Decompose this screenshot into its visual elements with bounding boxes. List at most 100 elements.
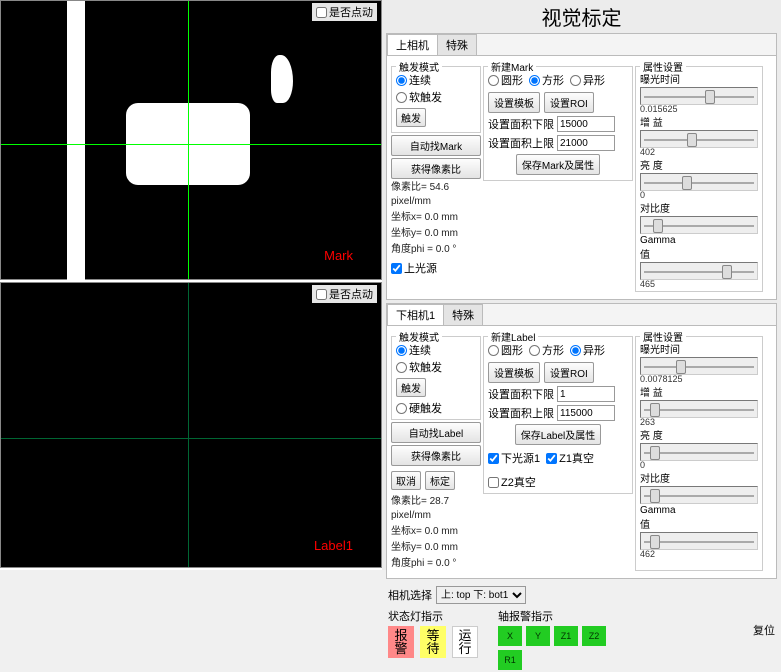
crosshair-h: [1, 144, 381, 145]
pixel-ratio: 像素比= 54.6 pixel/mm: [391, 181, 481, 209]
status-alarm: 报 警: [388, 626, 414, 658]
get-pixel-ratio-button[interactable]: 获得像素比: [391, 158, 481, 179]
axis-title: 轴报警指示: [498, 608, 618, 624]
axis-led-z2: Z2: [582, 626, 606, 646]
reset-label[interactable]: 复位: [753, 608, 775, 638]
axis-led-z1: Z1: [554, 626, 578, 646]
tab-bot-camera[interactable]: 下相机1: [387, 304, 444, 325]
radio-soft-trigger[interactable]: 软触发: [396, 359, 476, 375]
set-roi-button[interactable]: 设置ROI: [544, 92, 594, 113]
gamma-value: 462: [640, 549, 758, 559]
camera-view-bottom[interactable]: 是否点动 Label1: [0, 282, 382, 568]
z1-vacuum-check[interactable]: Z1真空: [546, 450, 594, 466]
coord-y: 坐标y= 0.0 mm: [391, 541, 481, 555]
gamma-slider[interactable]: [640, 262, 758, 280]
jog-toggle-top[interactable]: 是否点动: [312, 3, 377, 21]
bright-label: 亮 度: [640, 427, 680, 442]
area-max-input[interactable]: [557, 135, 615, 151]
trigger-button[interactable]: 触发: [396, 378, 426, 397]
contrast-slider[interactable]: [640, 216, 758, 234]
tabset-top: 上相机 特殊 触发模式 连续 软触发 触发 自动找Mark 获得像素比 像素比=…: [386, 33, 777, 300]
radio-hard-trigger[interactable]: 硬触发: [396, 400, 476, 416]
pixel-ratio: 像素比= 28.7 pixel/mm: [391, 495, 481, 523]
status-run: 运 行: [452, 626, 478, 658]
z2-vacuum-check[interactable]: Z2真空: [488, 474, 536, 490]
camera-select[interactable]: 上: top 下: bot1: [436, 586, 526, 604]
radio-square[interactable]: 方形: [529, 72, 564, 88]
radio-square[interactable]: 方形: [529, 342, 564, 358]
bright-slider[interactable]: [640, 443, 758, 461]
axis-led-r1: R1: [498, 650, 522, 670]
radio-odd[interactable]: 异形: [570, 342, 605, 358]
tab-top-special[interactable]: 特殊: [437, 34, 477, 55]
set-roi-button[interactable]: 设置ROI: [544, 362, 594, 383]
cam-label-bot: Label1: [314, 538, 353, 553]
jog-label: 是否点动: [329, 4, 373, 20]
save-mark-button[interactable]: 保存Mark及属性: [516, 154, 600, 175]
crosshair-h: [1, 438, 381, 439]
area-min-label: 设置面积下限: [488, 386, 554, 402]
jog-toggle-bot[interactable]: 是否点动: [312, 285, 377, 303]
gamma-value: 465: [640, 279, 758, 289]
auto-find-label-button[interactable]: 自动找Label: [391, 422, 481, 443]
jog-checkbox[interactable]: [316, 7, 327, 18]
blob: [271, 55, 293, 103]
group-attrs: 属性设置: [640, 329, 686, 344]
gain-slider[interactable]: [640, 130, 758, 148]
gain-label: 增 益: [640, 114, 680, 129]
trigger-button[interactable]: 触发: [396, 108, 426, 127]
group-attrs: 属性设置: [640, 59, 686, 74]
area-max-input[interactable]: [557, 405, 615, 421]
gamma-slider[interactable]: [640, 532, 758, 550]
exposure-slider[interactable]: [640, 357, 758, 375]
radio-circle[interactable]: 圆形: [488, 342, 523, 358]
exposure-value: 0.015625: [640, 104, 758, 114]
gamma-label: Gamma 值: [640, 235, 680, 261]
radio-circle[interactable]: 圆形: [488, 72, 523, 88]
angle-phi: 角度phi = 0.0 °: [391, 557, 481, 571]
tab-top-camera[interactable]: 上相机: [387, 34, 438, 55]
bot-light1-check[interactable]: 下光源1: [488, 450, 540, 466]
area-min-input[interactable]: [557, 386, 615, 402]
group-trigger-mode: 触发模式: [396, 329, 442, 344]
set-template-button[interactable]: 设置模板: [488, 362, 540, 383]
gain-slider[interactable]: [640, 400, 758, 418]
save-label-button[interactable]: 保存Label及属性: [515, 424, 601, 445]
tabset-bottom: 下相机1 特殊 触发模式 连续 软触发 触发 硬触发 自动找Label 获得像素…: [386, 303, 777, 579]
camera-select-label: 相机选择: [388, 587, 432, 603]
area-min-input[interactable]: [557, 116, 615, 132]
gain-label: 增 益: [640, 384, 680, 399]
group-new-label: 新建Label: [488, 329, 538, 344]
set-template-button[interactable]: 设置模板: [488, 92, 540, 113]
gain-value: 263: [640, 417, 758, 427]
camera-view-top[interactable]: 是否点动 Mark: [0, 0, 382, 280]
auto-find-mark-button[interactable]: 自动找Mark: [391, 135, 481, 156]
top-light-check[interactable]: 上光源: [391, 260, 481, 276]
axis-led-x: X: [498, 626, 522, 646]
radio-continuous[interactable]: 连续: [396, 342, 476, 358]
radio-soft-trigger[interactable]: 软触发: [396, 89, 476, 105]
jog-label: 是否点动: [329, 286, 373, 302]
crosshair-v: [188, 283, 189, 567]
bright-value: 0: [640, 460, 758, 470]
group-trigger-mode: 触发模式: [396, 59, 442, 74]
get-pixel-ratio-button[interactable]: 获得像素比: [391, 445, 481, 466]
contrast-label: 对比度: [640, 200, 680, 215]
radio-continuous[interactable]: 连续: [396, 72, 476, 88]
cam-label-top: Mark: [324, 248, 353, 263]
radio-odd[interactable]: 异形: [570, 72, 605, 88]
area-max-label: 设置面积上限: [488, 135, 554, 151]
group-new-mark: 新建Mark: [488, 59, 536, 74]
exposure-slider[interactable]: [640, 87, 758, 105]
calib-button[interactable]: 标定: [425, 471, 455, 490]
coord-y: 坐标y= 0.0 mm: [391, 227, 481, 241]
status-wait: 等 待: [420, 626, 446, 658]
contrast-slider[interactable]: [640, 486, 758, 504]
coord-x: 坐标x= 0.0 mm: [391, 211, 481, 225]
contrast-label: 对比度: [640, 470, 680, 485]
tab-bot-special[interactable]: 特殊: [443, 304, 483, 325]
jog-checkbox[interactable]: [316, 289, 327, 300]
area-min-label: 设置面积下限: [488, 116, 554, 132]
bright-slider[interactable]: [640, 173, 758, 191]
cancel-button[interactable]: 取消: [391, 471, 421, 490]
